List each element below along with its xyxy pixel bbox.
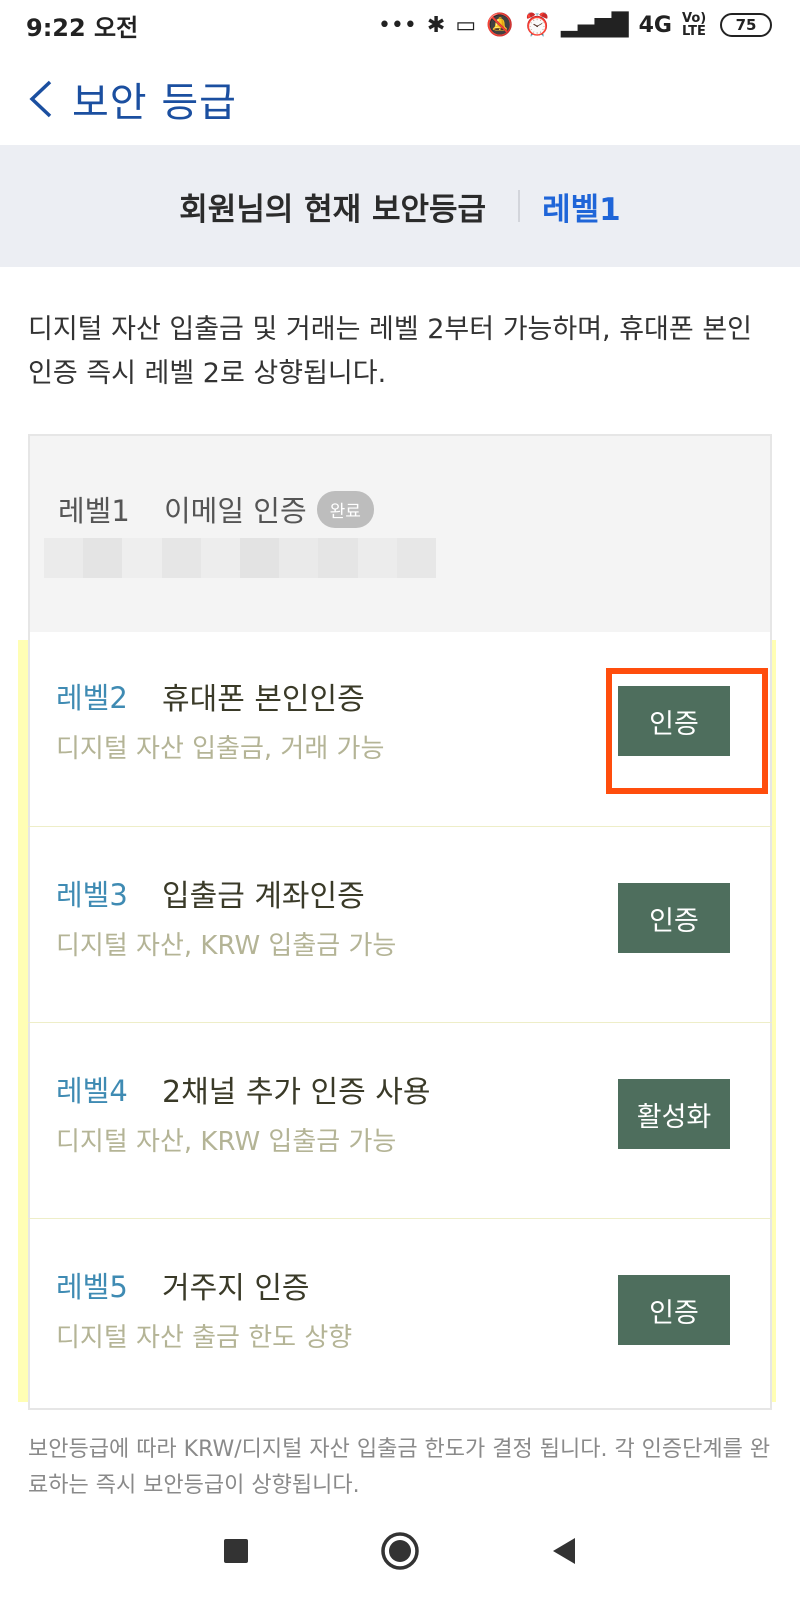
back-icon[interactable]	[26, 74, 66, 124]
volte-icon: Vo) LTE	[682, 11, 707, 39]
status-time: 9:22 오전	[26, 13, 139, 42]
bluetooth-icon: ✱	[426, 12, 446, 38]
activate-2fa-button[interactable]: 활성화	[618, 1079, 730, 1149]
level-row-main: 레벨2 휴대폰 본인인증	[56, 674, 365, 718]
current-level-value: 레벨1	[542, 191, 621, 228]
level-row-main: 레벨4 2채널 추가 인증 사용	[56, 1067, 431, 1111]
level1-title: 이메일 인증	[164, 494, 307, 528]
level-description: 디지털 자산 입출금 및 거래는 레벨 2부터 가능하며, 휴대폰 본인 인증 …	[28, 314, 753, 389]
level1-row: 레벨1 이메일 인증 완료	[58, 488, 374, 530]
mute-icon: 🔕	[486, 12, 514, 38]
list-item: 레벨3 입출금 계좌인증 디지털 자산, KRW 입출금 가능 인증	[28, 826, 772, 1022]
current-level-label: 회원님의 현재 보안등급	[179, 191, 487, 228]
level-title: 2채널 추가 인증 사용	[162, 1075, 431, 1110]
level-title: 입출금 계좌인증	[162, 879, 365, 914]
alarm-icon: ⏰	[523, 12, 551, 38]
level-title: 거주지 인증	[162, 1271, 310, 1306]
level-row-main: 레벨3 입출금 계좌인증	[56, 871, 365, 915]
level-desc: 디지털 자산 출금 한도 상향	[56, 1323, 353, 1353]
done-badge: 완료	[316, 490, 374, 528]
annotation-box	[606, 668, 768, 794]
current-level-banner: 회원님의 현재 보안등급 레벨1	[0, 145, 800, 267]
level1-number: 레벨1	[58, 494, 130, 528]
level-number: 레벨2	[56, 681, 128, 715]
more-icon: •••	[377, 12, 417, 38]
level-title: 휴대폰 본인인증	[162, 682, 365, 717]
network-type: 4G	[638, 12, 672, 38]
blurred-email	[44, 538, 437, 578]
page-title: 보안 등급	[72, 80, 237, 126]
signal-icon: ▂▄▆█	[560, 12, 629, 38]
level-number: 레벨4	[56, 1074, 128, 1108]
level1-card: 레벨1 이메일 인증 완료	[30, 436, 770, 632]
level-number: 레벨3	[56, 878, 128, 912]
nav-bar	[0, 1502, 800, 1600]
level-row-main: 레벨5 거주지 인증	[56, 1263, 310, 1307]
list-item: 레벨4 2채널 추가 인증 사용 디지털 자산, KRW 입출금 가능 활성화	[28, 1022, 772, 1218]
list-item: 레벨5 거주지 인증 디지털 자산 출금 한도 상향 인증	[28, 1218, 772, 1414]
verify-address-button[interactable]: 인증	[618, 1275, 730, 1345]
app-header: 보안 등급	[0, 58, 800, 140]
level-desc: 디지털 자산 입출금, 거래 가능	[56, 734, 385, 764]
battery-level: 75	[735, 16, 757, 34]
level-desc: 디지털 자산, KRW 입출금 가능	[56, 931, 397, 961]
footer-note: 보안등급에 따라 KRW/디지털 자산 입출금 한도가 결정 됩니다. 각 인증…	[28, 1437, 771, 1498]
banner-divider	[518, 190, 521, 222]
status-bar: 9:22 오전 ••• ✱ ▭ 🔕 ⏰ ▂▄▆█ 4G Vo) LTE 75	[0, 0, 800, 50]
level-desc: 디지털 자산, KRW 입출금 가능	[56, 1127, 397, 1157]
level-number: 레벨5	[56, 1270, 128, 1304]
status-icons: ••• ✱ ▭ 🔕 ⏰ ▂▄▆█ 4G Vo) LTE 75	[378, 12, 772, 38]
back-nav-icon[interactable]	[524, 1521, 604, 1581]
verify-account-button[interactable]: 인증	[618, 883, 730, 953]
vibrate-icon: ▭	[455, 12, 477, 38]
battery-icon: 75	[720, 13, 772, 37]
recent-apps-icon[interactable]	[196, 1521, 276, 1581]
home-icon[interactable]	[360, 1521, 440, 1581]
